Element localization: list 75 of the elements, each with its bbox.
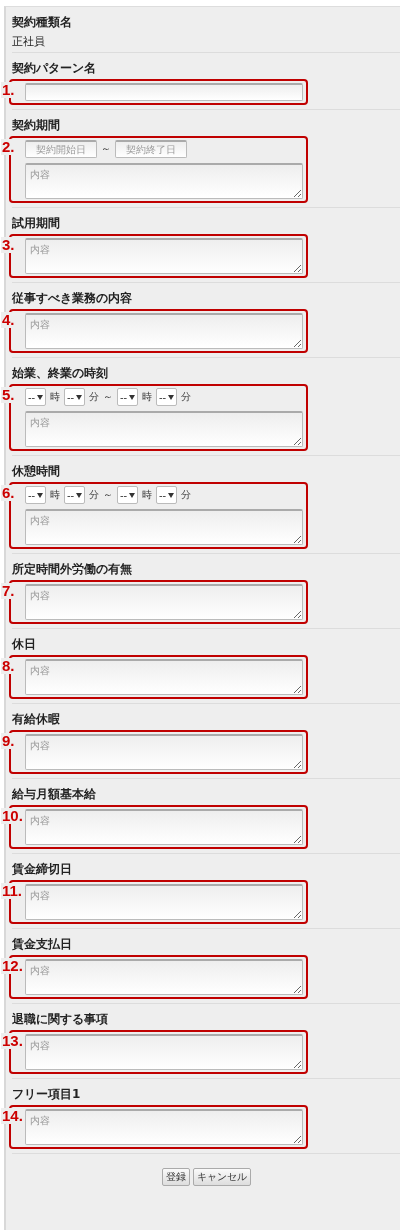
step-number: 1.	[1, 82, 16, 98]
content-textarea[interactable]: 内容	[25, 734, 303, 770]
content-textarea[interactable]: 内容	[25, 884, 303, 920]
time-unit: 時	[50, 488, 60, 502]
step-number: 5.	[1, 387, 16, 403]
caret-icon	[129, 394, 135, 400]
step-number: 7.	[1, 583, 16, 599]
time-unit: 時	[142, 488, 152, 502]
field-label: 所定時間外労働の有無	[12, 562, 132, 576]
time-select[interactable]: --	[156, 388, 177, 406]
field-label: 休日	[12, 637, 36, 651]
field-label: 賃金締切日	[12, 862, 72, 876]
field-label: 始業、終業の時刻	[12, 366, 108, 380]
time-select[interactable]: --	[25, 486, 46, 504]
range-separator: ～	[101, 142, 111, 156]
step-number: 14.	[1, 1108, 24, 1124]
register-button[interactable]: 登録	[161, 1168, 190, 1186]
step-number: 2.	[1, 139, 16, 155]
field-label: フリー項目1	[12, 1087, 81, 1101]
caret-icon	[129, 492, 135, 498]
cancel-button[interactable]: キャンセル	[192, 1168, 251, 1186]
content-textarea[interactable]: 内容	[25, 509, 303, 545]
field-label: 契約種類名	[12, 15, 72, 29]
content-textarea[interactable]: 内容	[25, 313, 303, 349]
field-label: 従事すべき業務の内容	[12, 291, 132, 305]
time-unit: ～	[103, 488, 113, 502]
step-number: 6.	[1, 485, 16, 501]
content-textarea[interactable]: 内容	[25, 1034, 303, 1070]
step-number: 11.	[1, 883, 24, 899]
step-number: 8.	[1, 658, 16, 674]
time-unit: 分	[181, 488, 191, 502]
field-label: 休憩時間	[12, 464, 60, 478]
caret-icon	[37, 492, 43, 498]
time-unit: 分	[181, 390, 191, 404]
time-unit: 時	[50, 390, 60, 404]
time-unit: ～	[103, 390, 113, 404]
time-select[interactable]: --	[64, 486, 85, 504]
field-label: 試用期間	[12, 216, 60, 230]
step-number: 12.	[1, 958, 24, 974]
content-textarea[interactable]: 内容	[25, 411, 303, 447]
time-select[interactable]: --	[64, 388, 85, 406]
time-select[interactable]: --	[117, 486, 138, 504]
content-textarea[interactable]: 内容	[25, 809, 303, 845]
time-select[interactable]: --	[117, 388, 138, 406]
field-label: 有給休暇	[12, 712, 60, 726]
content-textarea[interactable]: 内容	[25, 1109, 303, 1145]
pattern-name-field[interactable]	[25, 83, 303, 101]
field-label: 契約パターン名	[12, 61, 96, 75]
step-number: 9.	[1, 733, 16, 749]
field-value: 正社員	[12, 35, 46, 48]
time-select[interactable]: --	[156, 486, 177, 504]
caret-icon	[76, 492, 82, 498]
step-number: 13.	[1, 1033, 24, 1049]
step-number: 3.	[1, 237, 16, 253]
content-textarea[interactable]: 内容	[25, 584, 303, 620]
caret-icon	[168, 492, 174, 498]
field-label: 給与月額基本給	[12, 787, 96, 801]
step-number: 10.	[1, 808, 24, 824]
caret-icon	[168, 394, 174, 400]
caret-icon	[37, 394, 43, 400]
time-select[interactable]: --	[25, 388, 46, 406]
field-label: 契約期間	[12, 118, 60, 132]
field-label: 退職に関する事項	[12, 1012, 108, 1026]
content-textarea[interactable]: 内容	[25, 238, 303, 274]
time-unit: 分	[89, 390, 99, 404]
step-number: 4.	[1, 312, 16, 328]
end-date-field[interactable]: 契約終了日	[115, 140, 187, 158]
content-textarea[interactable]: 内容	[25, 163, 303, 199]
time-unit: 分	[89, 488, 99, 502]
caret-icon	[76, 394, 82, 400]
start-date-field[interactable]: 契約開始日	[25, 140, 97, 158]
field-label: 賃金支払日	[12, 937, 72, 951]
time-unit: 時	[142, 390, 152, 404]
content-textarea[interactable]: 内容	[25, 959, 303, 995]
content-textarea[interactable]: 内容	[25, 659, 303, 695]
